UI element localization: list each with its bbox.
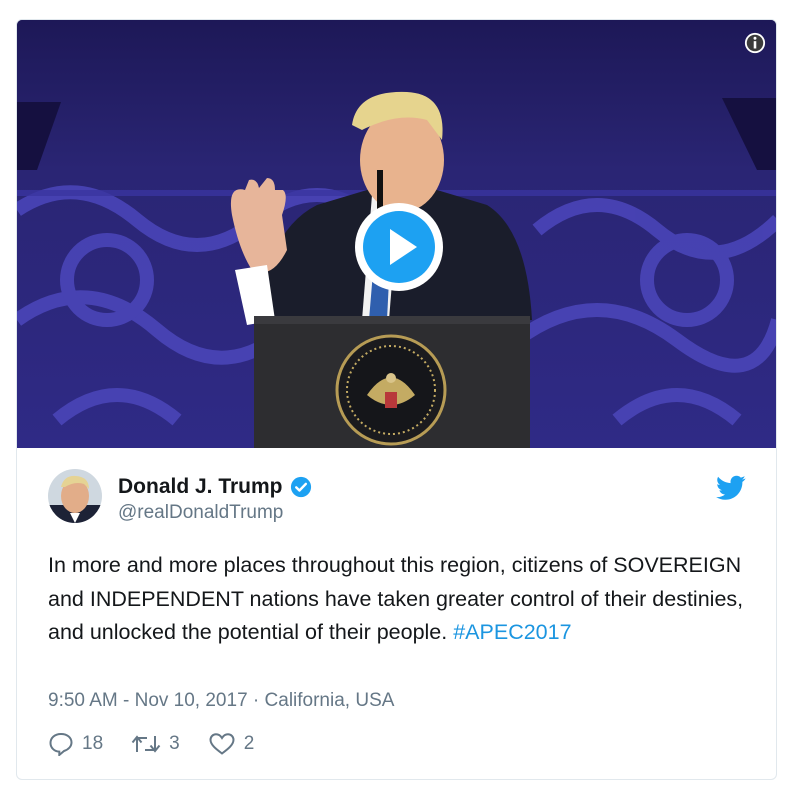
like-count: 2 [243,733,255,754]
reply-button[interactable]: 18 [48,732,103,756]
avatar[interactable] [48,469,102,523]
tweet-text: In more and more places throughout this … [48,549,748,650]
tweet-metadata: 9:50 AM - Nov 10, 2017 · California, USA [48,690,394,712]
heart-icon [209,733,235,755]
retweet-button[interactable]: 3 [131,732,180,756]
hashtag-link[interactable]: #APEC2017 [453,620,571,644]
play-icon[interactable] [353,201,445,293]
verified-badge-icon [290,476,311,498]
author-display-name[interactable]: Donald J. Trump [118,475,283,499]
retweet-count: 3 [169,733,180,754]
video-player[interactable] [17,20,776,448]
retweet-icon [131,735,161,753]
reply-icon [49,732,73,756]
tweet-actions: 18 3 2 [48,732,282,756]
tweet-body: In more and more places throughout this … [48,553,744,644]
tweet-location[interactable]: California, USA [265,690,395,711]
embedded-tweet-card: Donald J. Trump @realDonaldTrump In more… [16,19,777,780]
twitter-bird-icon[interactable] [716,475,746,501]
author-handle[interactable]: @realDonaldTrump [118,502,283,524]
reply-count: 18 [82,733,104,754]
info-icon[interactable] [744,32,766,54]
tweet-date[interactable]: Nov 10, 2017 [135,690,248,711]
tweet-time[interactable]: 9:50 AM [48,690,118,711]
meta-separator: - [117,690,135,711]
meta-dot: · [247,690,265,711]
tweet-author: Donald J. Trump @realDonaldTrump [48,469,756,529]
like-button[interactable]: 2 [208,732,255,756]
